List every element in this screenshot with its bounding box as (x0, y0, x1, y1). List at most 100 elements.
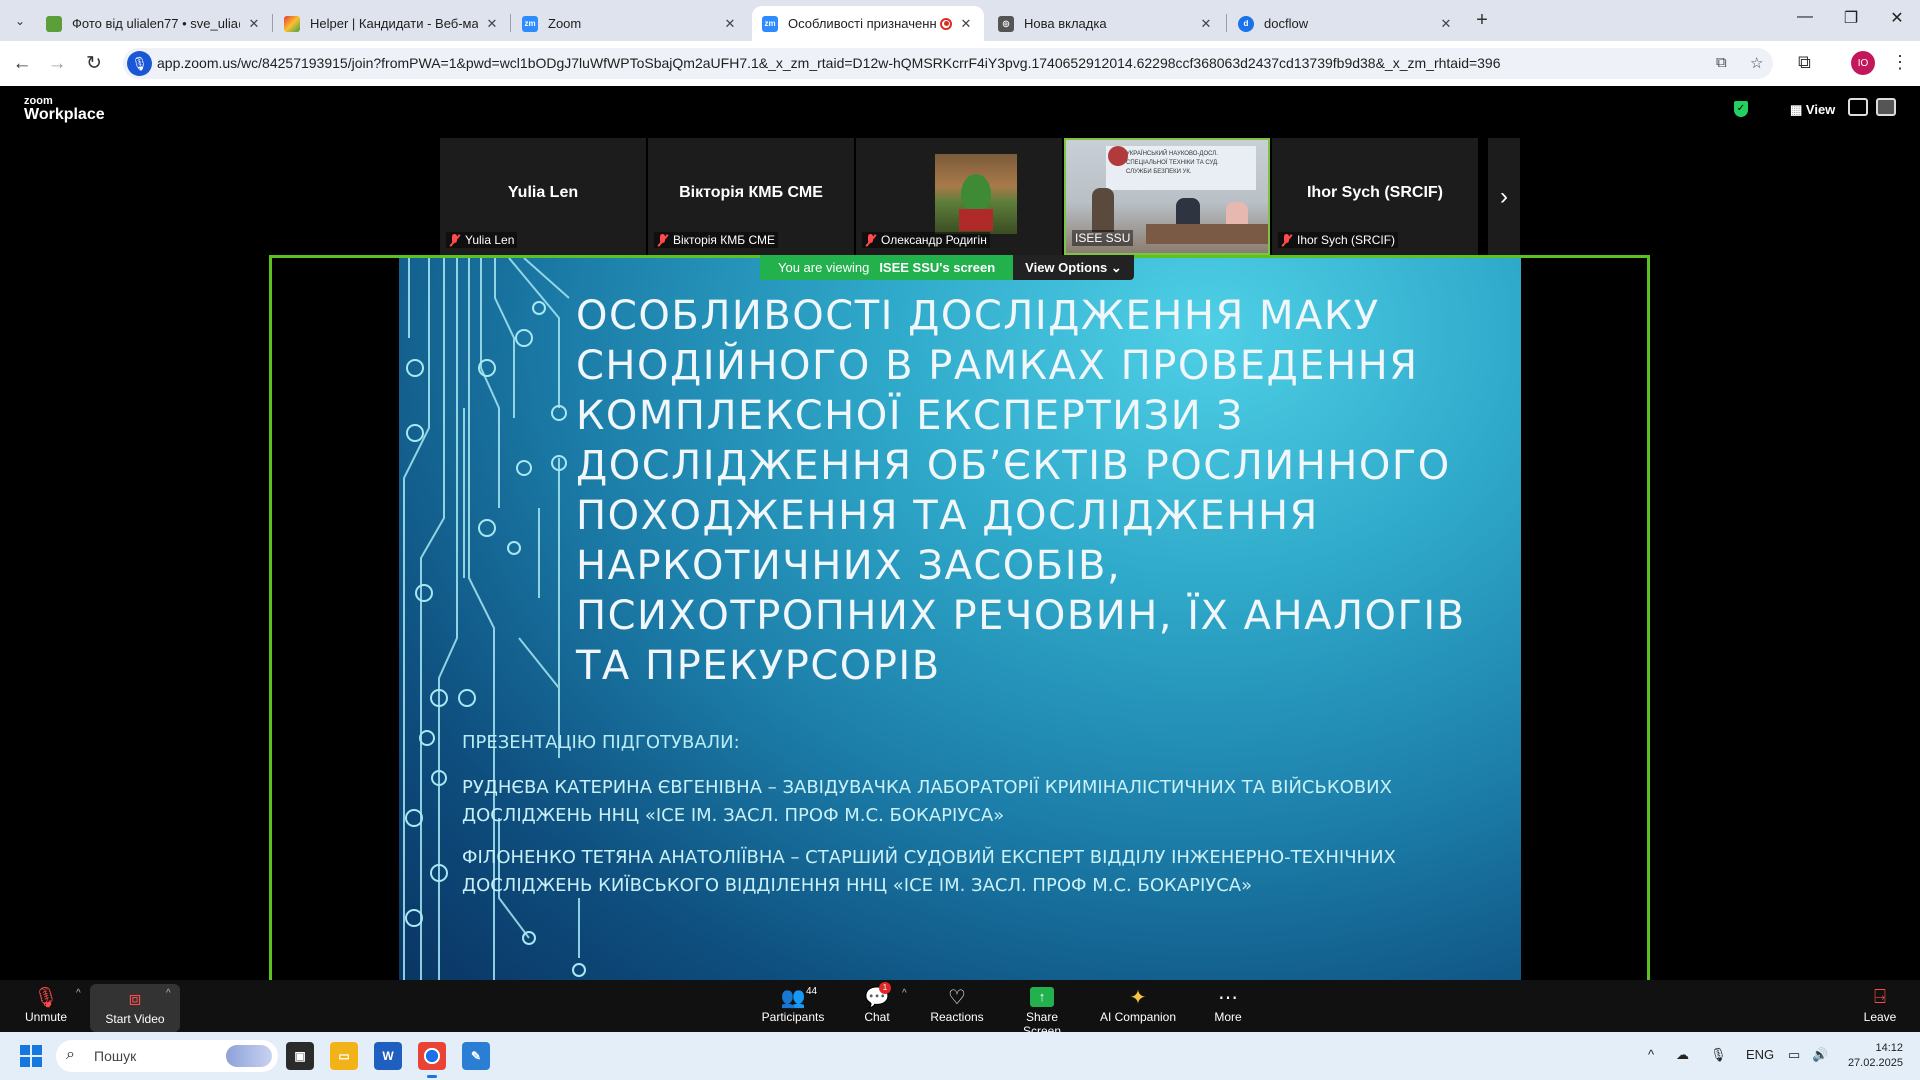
clock-date: 27.02.2025 (1847, 1057, 1903, 1069)
close-icon[interactable]: ✕ (484, 16, 500, 32)
participant-tile[interactable]: Вікторія КМБ СМЕ Вікторія КМБ СМЕ (648, 138, 854, 255)
language-indicator[interactable]: ENG (1746, 1047, 1774, 1062)
muted-mic-icon (865, 233, 877, 247)
muted-mic-icon (657, 233, 669, 247)
view-options-button[interactable]: View Options ⌄ (1013, 255, 1134, 280)
participant-center-name: Ihor Sych (SRCIF) (1306, 184, 1443, 201)
fullscreen-icon[interactable] (1876, 98, 1896, 116)
tab-new[interactable]: ◎ Нова вкладка ✕ (988, 6, 1224, 41)
unmute-button[interactable]: 🎙 Unmute (18, 984, 74, 1025)
translate-icon[interactable]: ⧉ (1716, 54, 1727, 71)
clock[interactable]: 14:12 27.02.2025 (1841, 1041, 1903, 1071)
close-icon[interactable]: ✕ (246, 16, 262, 32)
word-icon[interactable]: W (374, 1042, 402, 1070)
participant-tile[interactable]: Yulia Len Yulia Len (440, 138, 646, 255)
microphone-tray-icon[interactable]: 🎙 (1710, 1047, 1727, 1063)
tab-title: Фото від ulialen77 • sve_ulia@u (72, 16, 240, 31)
participant-tile[interactable]: Олександр Родигін (856, 138, 1062, 255)
close-icon[interactable]: ✕ (1198, 16, 1214, 32)
tab-zoom[interactable]: zm Zoom ✕ (512, 6, 748, 41)
filmstrip-next-chevron-icon[interactable]: › (1488, 138, 1520, 255)
close-icon[interactable]: ✕ (1438, 16, 1454, 32)
viewing-banner: You are viewing ISEE SSU's screen View Op… (760, 255, 1134, 280)
participant-center-name: Вікторія КМБ СМЕ (679, 184, 823, 201)
tab-meeting-active[interactable]: zm Особливості призначення ✕ (752, 6, 984, 41)
close-icon[interactable]: ✕ (958, 16, 974, 32)
zoom-header: zoom Workplace ✓ ▦ View (0, 86, 1920, 138)
task-view-icon[interactable]: ▣ (286, 1042, 314, 1070)
tab-title: docflow (1264, 16, 1309, 31)
encryption-shield-icon[interactable]: ✓ (1734, 101, 1748, 117)
share-screen-button[interactable]: ↑ Share Screen (1006, 984, 1078, 1038)
search-highlight-art (226, 1045, 272, 1067)
new-tab-plus-icon[interactable]: + (1470, 8, 1494, 32)
docflow-favicon-icon: d (1238, 15, 1254, 32)
participant-name: Ihor Sych (SRCIF) (1297, 233, 1396, 247)
network-icon[interactable]: ▭ (1788, 1047, 1800, 1063)
extensions-icon[interactable]: ⧉ (1798, 52, 1811, 73)
minimize-icon[interactable]: — (1782, 8, 1828, 26)
ai-companion-button[interactable]: ✦ AI Companion (1098, 984, 1178, 1025)
close-icon[interactable]: ✕ (722, 16, 738, 32)
url-text[interactable]: app.zoom.us/wc/84257193915/join?fromPWA=… (157, 55, 1501, 71)
browser-toolbar: ← → ↻ 🎙 app.zoom.us/wc/84257193915/join?… (0, 41, 1920, 86)
reload-icon[interactable]: ↻ (81, 51, 107, 77)
back-arrow-icon[interactable]: ← (9, 51, 35, 77)
chrome-icon[interactable] (418, 1042, 446, 1078)
slide-author-2: ФІЛОНЕНКО ТЕТЯНА АНАТОЛІЇВНА – СТАРШИЙ С… (462, 847, 1396, 896)
microphone-permission-icon[interactable]: 🎙 (127, 51, 152, 76)
participants-label: Participants (761, 1010, 825, 1024)
pip-icon[interactable] (1848, 98, 1868, 116)
taskbar-search[interactable]: ⌕ Пошук (56, 1040, 278, 1072)
tab-photos[interactable]: Фото від ulialen77 • sve_ulia@u ✕ (36, 6, 272, 41)
restore-icon[interactable]: ❐ (1828, 8, 1874, 28)
participant-label: Yulia Len (446, 232, 518, 248)
zoom-favicon-icon: zm (522, 15, 538, 32)
onedrive-icon[interactable]: ☁ (1676, 1047, 1689, 1063)
slide-subtitle: ПРЕЗЕНТАЦІЮ ПІДГОТУВАЛИ: (462, 732, 740, 753)
tab-search-icon[interactable]: ⌄ (8, 9, 32, 33)
leave-label: Leave (1863, 1010, 1897, 1024)
participant-tile[interactable]: Ihor Sych (SRCIF) Ihor Sych (SRCIF) (1272, 138, 1478, 255)
window-close-icon[interactable]: ✕ (1874, 8, 1920, 28)
participant-tile-active-speaker[interactable]: УКРАЇНСЬКИЙ НАУКОВО-ДОСЛ. СПЕЦІАЛЬНОЇ ТЕХ… (1064, 138, 1270, 255)
video-caret-icon[interactable]: ^ (166, 988, 171, 999)
chat-caret-icon[interactable]: ^ (902, 988, 907, 999)
muted-mic-icon (449, 233, 461, 247)
reactions-button[interactable]: ♡ Reactions (928, 984, 986, 1025)
tray-overflow-chevron-icon[interactable]: ^ (1648, 1047, 1654, 1062)
search-placeholder: Пошук (94, 1048, 137, 1064)
tab-title: Особливості призначення (788, 16, 936, 31)
view-button[interactable]: ▦ View (1790, 102, 1835, 118)
windows-start-icon[interactable] (20, 1045, 42, 1067)
chat-label: Chat (864, 1010, 890, 1024)
recording-icon (940, 17, 952, 30)
tab-title: Helper | Кандидати - Веб-магаз (310, 16, 478, 31)
participant-label: ISEE SSU (1072, 230, 1134, 246)
tab-helper[interactable]: Helper | Кандидати - Веб-магаз ✕ (274, 6, 510, 41)
volume-icon[interactable]: 🔊 (1812, 1047, 1828, 1063)
more-button[interactable]: ⋯ More (1210, 984, 1246, 1025)
participant-name: Вікторія КМБ СМЕ (673, 233, 775, 247)
leave-button[interactable]: ⍈ Leave (1860, 984, 1900, 1025)
audio-caret-icon[interactable]: ^ (76, 988, 81, 999)
heart-icon: ♡ (948, 986, 966, 1009)
participant-name: Олександр Родигін (881, 233, 987, 247)
profile-avatar[interactable]: IO (1851, 51, 1875, 75)
pinned-app-icon[interactable]: ✎ (462, 1042, 490, 1070)
ai-companion-label: AI Companion (1099, 1010, 1177, 1024)
file-explorer-icon[interactable]: ▭ (330, 1042, 358, 1070)
viewing-name: ISEE SSU's screen (879, 260, 996, 275)
slide-title: ОСОБЛИВОСТІ ДОСЛІДЖЕННЯ МАКУ СНОДІЙНОГО … (576, 293, 1466, 689)
participants-count: 44 (806, 986, 818, 997)
leave-door-icon: ⍈ (1874, 985, 1886, 1008)
tab-title: Нова вкладка (1024, 16, 1107, 31)
chat-unread-badge: 1 (879, 982, 891, 994)
address-bar[interactable]: 🎙 app.zoom.us/wc/84257193915/join?fromPW… (123, 48, 1773, 79)
forward-arrow-icon[interactable]: → (44, 51, 70, 77)
zoom-logo-workplace: Workplace (24, 106, 105, 123)
tab-docflow[interactable]: d docflow ✕ (1228, 6, 1464, 41)
participant-avatar-photo (935, 154, 1017, 234)
menu-kebab-icon[interactable]: ⋮ (1891, 52, 1909, 73)
bookmark-star-icon[interactable]: ☆ (1750, 54, 1763, 72)
